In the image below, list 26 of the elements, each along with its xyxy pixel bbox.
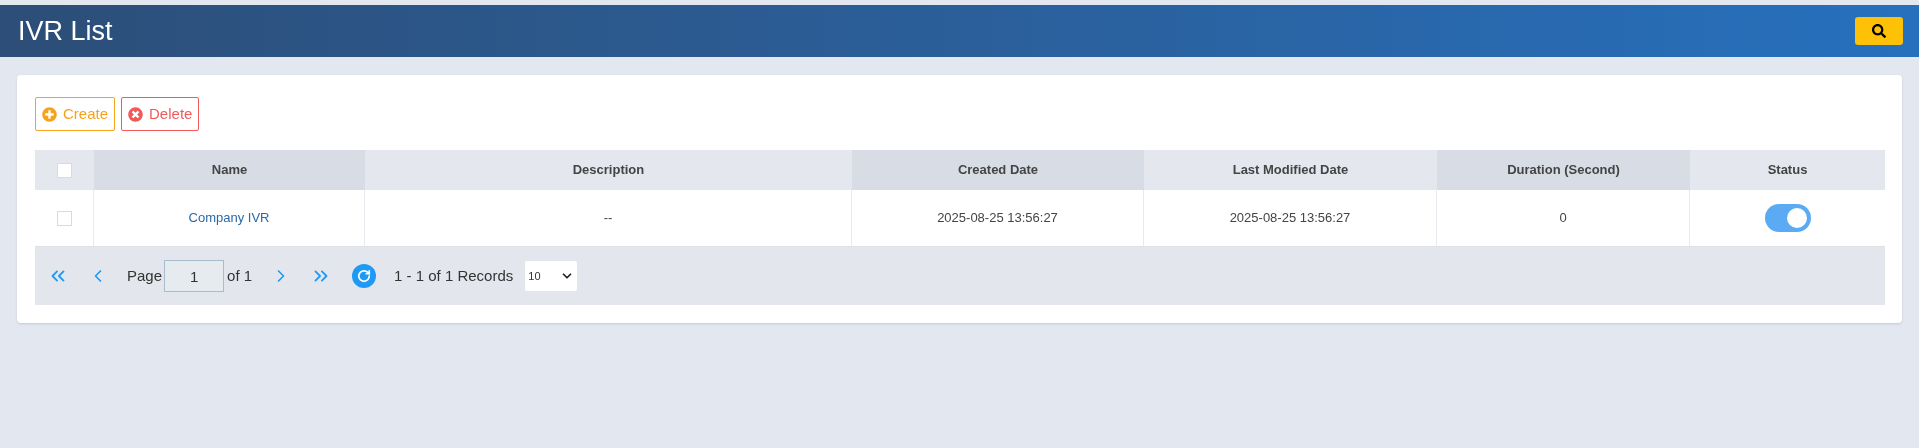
- name-link[interactable]: Company IVR: [188, 208, 270, 228]
- page-title: IVR List: [18, 14, 113, 48]
- column-header: Description: [365, 150, 852, 190]
- plus-icon: [42, 106, 57, 122]
- checkbox[interactable]: [57, 162, 72, 178]
- column-header: Duration (Second): [1437, 150, 1690, 190]
- checkbox[interactable]: [56, 210, 72, 226]
- cross-icon: [128, 106, 144, 122]
- status-toggle[interactable]: [1764, 204, 1811, 232]
- table-cell-text: --: [603, 209, 613, 228]
- column-header: Status: [1690, 150, 1885, 190]
- table-cell-text: 2025-08-25 13:56:27: [1229, 209, 1351, 228]
- search-icon: [1872, 24, 1886, 38]
- page-label: Page: [127, 265, 163, 286]
- refresh-icon[interactable]: [352, 264, 377, 288]
- records-count: 1 - 1 of 1 Records: [394, 265, 514, 286]
- table-cell-text: 2025-08-25 13:56:27: [937, 209, 1058, 228]
- page-count: of 1: [227, 265, 253, 286]
- column-header: Name: [94, 150, 365, 190]
- page-field[interactable]: 1: [164, 260, 225, 292]
- column-header: Created Date: [852, 150, 1144, 190]
- page-size-select[interactable]: 10: [525, 261, 578, 291]
- column-header: Last Modified Date: [1144, 150, 1437, 190]
- delete-button[interactable]: Delete: [121, 97, 200, 131]
- search-button[interactable]: [1855, 17, 1903, 45]
- table-cell-text: 0: [1559, 209, 1567, 228]
